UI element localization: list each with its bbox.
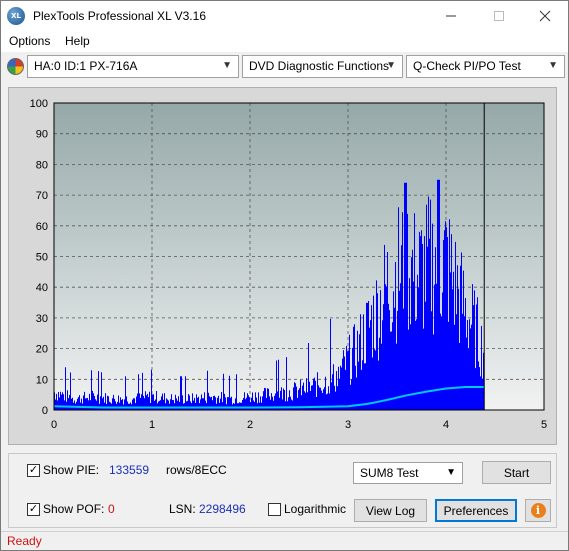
app-window: XL PlexTools Professional XL V3.16 Optio… [0,0,569,551]
sum-test-value: SUM8 Test [360,466,419,480]
chevron-down-icon: ▼ [446,467,456,478]
drive-icon [7,58,24,75]
function-select-value: DVD Diagnostic Functions [249,59,390,73]
controls-panel: ✓ Show PIE: 133559 rows/8ECC SUM8 Test ▼… [8,453,557,528]
show-pof-label: Show POF: [43,502,105,516]
window-title: PlexTools Professional XL V3.16 [33,9,206,23]
status-bar: Ready [1,531,568,550]
pof-value: 0 [108,502,115,516]
test-select-value: Q-Check PI/PO Test [413,59,521,73]
y-tick-label: 100 [30,98,48,110]
x-tick-label: 1 [149,419,155,431]
test-select[interactable]: Q-Check PI/PO Test ▼ [406,55,565,78]
logarithmic-checkbox[interactable] [268,503,281,516]
minimize-button[interactable] [428,1,474,31]
y-tick-label: 90 [36,129,48,141]
pie-value: 133559 [109,463,150,477]
pie-unit: rows/8ECC [166,463,227,477]
y-tick-label: 40 [36,282,48,294]
title-bar: XL PlexTools Professional XL V3.16 [1,1,568,31]
sum-test-select[interactable]: SUM8 Test ▼ [353,462,463,484]
x-tick-label: 3 [345,419,351,431]
y-tick-label: 30 [36,313,48,325]
minimize-icon [446,15,456,17]
y-tick-label: 80 [36,159,48,171]
view-log-button[interactable]: View Log [354,499,427,522]
menu-bar: Options Help [1,31,568,52]
lsn-value: 2298496 [199,502,246,516]
x-axis-ticks: 0 1 2 3 4 5 [51,419,547,431]
maximize-button[interactable] [476,1,522,31]
x-tick-label: 4 [443,419,449,431]
toolbar: HA:0 ID:1 PX-716A ▼ DVD Diagnostic Funct… [1,52,568,81]
menu-options[interactable]: Options [9,34,50,48]
app-logo-icon: XL [7,7,25,25]
preferences-button[interactable]: Preferences [435,499,517,522]
x-tick-label: 2 [247,419,253,431]
y-axis-ticks: 0 10 20 30 40 50 60 70 80 90 100 [30,98,48,417]
close-icon [539,10,551,22]
info-icon: i [530,503,546,518]
chevron-down-icon: ▼ [386,60,396,71]
y-tick-label: 60 [36,221,48,233]
show-pie-label: Show PIE: [43,463,100,477]
logarithmic-label: Logarithmic [284,502,347,516]
show-pie-checkbox[interactable]: ✓ [27,464,40,477]
chevron-down-icon: ▼ [548,60,558,71]
function-select[interactable]: DVD Diagnostic Functions ▼ [242,55,403,78]
status-text: Ready [7,534,42,548]
start-button[interactable]: Start [482,461,551,484]
chart-area: 0 10 20 30 40 50 60 70 80 90 100 0 1 2 3 4 5 [8,87,557,445]
chevron-down-icon: ▼ [222,60,232,71]
lsn-label: LSN: [169,502,196,516]
info-button[interactable]: i [525,499,551,522]
x-tick-label: 5 [541,419,547,431]
y-tick-label: 0 [42,405,48,417]
y-tick-label: 20 [36,344,48,356]
maximize-icon [494,11,504,21]
y-tick-label: 50 [36,252,48,264]
drive-select[interactable]: HA:0 ID:1 PX-716A ▼ [27,55,239,78]
menu-help[interactable]: Help [65,34,90,48]
y-tick-label: 70 [36,190,48,202]
y-tick-label: 10 [36,374,48,386]
drive-select-value: HA:0 ID:1 PX-716A [34,59,138,73]
pi-po-chart: 0 10 20 30 40 50 60 70 80 90 100 0 1 2 3 4 5 [30,98,547,431]
close-button[interactable] [522,1,568,31]
show-pof-checkbox[interactable]: ✓ [27,503,40,516]
x-tick-label: 0 [51,419,57,431]
